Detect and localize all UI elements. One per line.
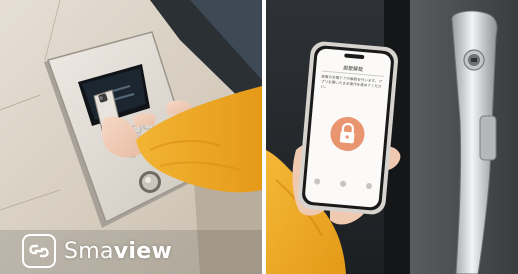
door-scene: [266, 0, 518, 274]
unlock-button[interactable]: [329, 115, 366, 153]
nav-dot-icon[interactable]: [313, 178, 321, 185]
phone-screen: 部屋解錠 部屋の玄関ドアの解錠を行います。アプリを開いたまま操作を進めてください…: [304, 48, 391, 208]
smaview-logo: Smaview: [22, 233, 172, 269]
lock-icon: [339, 122, 355, 144]
screen-body: 部屋の玄関ドアの解錠を行います。アプリを開いたまま操作を進めてください。: [320, 74, 383, 90]
logo-wordmark: Smaview: [64, 239, 172, 264]
nav-dot-icon[interactable]: [339, 180, 347, 188]
logo-name-light: Sma: [64, 238, 114, 264]
nav-dot-icon[interactable]: [365, 182, 373, 190]
link-icon: [22, 234, 56, 268]
logo-name-bold: view: [113, 238, 173, 264]
intercom-photo: Smaview: [0, 0, 262, 274]
screen-bottom-bar: [313, 178, 373, 193]
door-photo: 部屋解錠 部屋の玄関ドアの解錠を行います。アプリを開いたまま操作を進めてください…: [266, 0, 518, 274]
photo-collage: Smaview 部屋解錠 部屋の玄関ドアの解錠を行います。アプリを開いたまま操作…: [0, 0, 518, 274]
